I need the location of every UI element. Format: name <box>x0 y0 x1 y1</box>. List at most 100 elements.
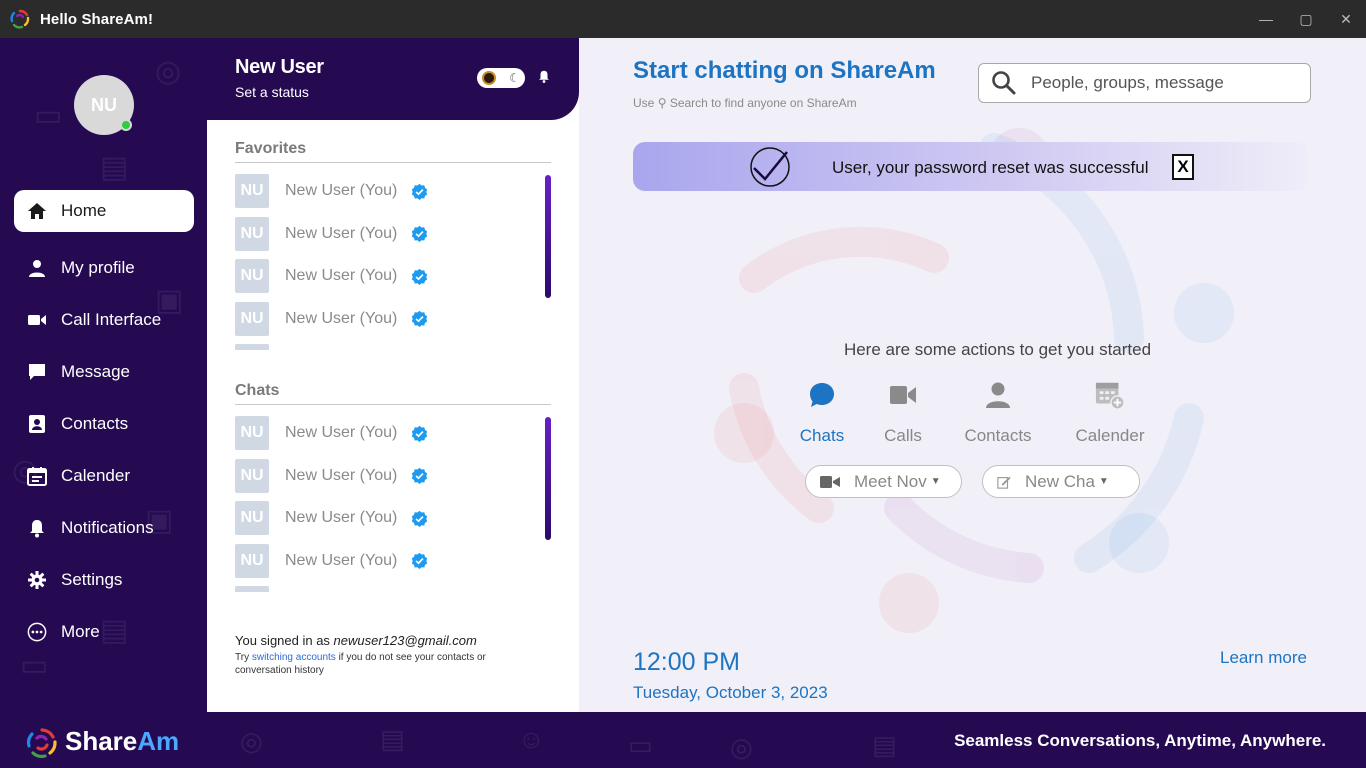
chat-item-partial[interactable] <box>235 582 535 592</box>
user-avatar[interactable]: NU <box>74 75 134 135</box>
contacts-panel: Favorites NU New User (You) NU New User … <box>207 120 579 712</box>
nav-item-settings[interactable]: Settings <box>14 554 194 606</box>
nav-label-notifications: Notifications <box>61 518 154 537</box>
nav-label-my-profile: My profile <box>61 258 135 277</box>
person-icon <box>983 378 1013 412</box>
main-nav: Home My profile Call Interface Message C… <box>14 190 194 658</box>
new-chat-label: New Cha <box>1025 471 1095 491</box>
nav-item-contacts[interactable]: Contacts <box>14 398 194 450</box>
minimize-button[interactable]: — <box>1246 0 1286 38</box>
maximize-button[interactable]: ▢ <box>1286 0 1326 38</box>
bg-card-icon: ▤ <box>872 730 897 760</box>
gear-icon <box>26 569 48 591</box>
action-label: Contacts <box>964 426 1032 445</box>
action-label: Calender <box>1075 426 1145 445</box>
chat-item[interactable]: NU New User (You) <box>235 497 535 540</box>
close-window-button[interactable]: ✕ <box>1326 0 1366 38</box>
contact-name: New User (You) <box>285 424 398 442</box>
verified-badge-icon <box>412 183 428 200</box>
app-logo-icon <box>10 9 30 29</box>
message-icon <box>26 361 48 383</box>
notification-bell-icon[interactable] <box>537 69 551 85</box>
chats-heading: Chats <box>235 382 280 399</box>
signed-in-text: You signed in as newuser123@gmail.com <box>235 633 477 648</box>
banner-message: User, your password reset was successful <box>832 158 1149 177</box>
bg-screen-icon: ◎ <box>240 726 263 756</box>
switch-account-note: Try switching accounts if you do not see… <box>235 651 535 677</box>
chats-scrollbar[interactable] <box>545 417 551 540</box>
actions-heading: Here are some actions to get you started <box>843 340 1152 359</box>
background-logo-art <box>714 128 1234 633</box>
chat-item[interactable]: NU New User (You) <box>235 412 535 455</box>
chevron-down-icon: ▼ <box>1098 476 1109 487</box>
search-hint-before: Use <box>633 96 658 110</box>
favorite-item[interactable]: NU New User (You) <box>235 255 535 298</box>
favorite-item[interactable]: NU New User (You) <box>235 298 535 341</box>
contact-name: New User (You) <box>285 309 398 327</box>
chat-item[interactable]: NU New User (You) <box>235 455 535 498</box>
nav-item-message[interactable]: Message <box>14 346 194 398</box>
favorite-item[interactable]: NU New User (You) <box>235 213 535 256</box>
brand-name: ShareAm <box>65 726 179 757</box>
chevron-down-icon: ▼ <box>930 476 941 487</box>
search-hint-after: Search to find anyone on ShareAm <box>666 96 857 110</box>
contact-name: New User (You) <box>285 224 398 242</box>
page-title: Start chatting on ShareAm <box>633 57 936 84</box>
favorite-item[interactable]: NU New User (You) <box>235 170 535 213</box>
nav-item-home[interactable]: Home <box>14 190 194 232</box>
favorites-scrollbar[interactable] <box>545 175 551 298</box>
contact-card-icon <box>26 413 48 435</box>
contact-name: New User (You) <box>285 267 398 285</box>
set-status-link[interactable]: Set a status <box>235 84 309 100</box>
bg-card-icon: ▤ <box>100 151 129 184</box>
favorites-divider <box>235 162 551 163</box>
nav-item-calender[interactable]: Calender <box>14 450 194 502</box>
profile-header: New User Set a status ☾ <box>207 38 579 120</box>
action-calls[interactable]: Calls <box>853 378 953 446</box>
favorite-item-partial[interactable] <box>235 340 535 350</box>
brand-share: Share <box>65 726 138 756</box>
bg-face-icon: ☺ <box>518 724 545 754</box>
new-chat-dropdown[interactable]: New Cha ▼ <box>982 465 1140 498</box>
current-date: Tuesday, October 3, 2023 <box>633 683 828 702</box>
contact-name: New User (You) <box>285 551 398 569</box>
video-icon <box>888 378 918 412</box>
contact-avatar: NU <box>235 301 269 336</box>
verified-badge-icon <box>412 268 428 285</box>
sidebar: ▭ ◎ ▤ ▣ ◎ ▣ ▤ ▭ NU Home My profile Call … <box>0 38 207 712</box>
verified-badge-icon <box>412 468 428 485</box>
chat-item[interactable]: NU New User (You) <box>235 540 535 583</box>
meet-now-label: Meet Nov <box>854 471 927 491</box>
verified-badge-icon <box>412 311 428 328</box>
meet-now-dropdown[interactable]: Meet Nov ▼ <box>805 465 962 498</box>
title-bar: Hello ShareAm! — ▢ ✕ <box>0 0 1366 38</box>
nav-item-notifications[interactable]: Notifications <box>14 502 194 554</box>
nav-item-more[interactable]: More <box>14 606 194 658</box>
main-panel: Start chatting on ShareAm Use ⚲ Search t… <box>579 38 1366 712</box>
theme-toggle[interactable]: ☾ <box>477 68 525 88</box>
nav-item-my-profile[interactable]: My profile <box>14 242 194 294</box>
home-icon <box>26 200 48 222</box>
sun-icon <box>482 71 496 85</box>
contact-avatar <box>235 586 269 592</box>
contact-avatar: NU <box>235 216 269 251</box>
switching-accounts-link[interactable]: switching accounts <box>252 652 336 663</box>
footer-bar: ◎ ▤ ☺ ▭ ◎ ▤ ShareAm Seamless Conversatio… <box>0 712 1366 768</box>
banner-close-button[interactable]: X <box>1172 154 1194 180</box>
person-icon <box>26 257 48 279</box>
search-input[interactable] <box>1031 73 1291 93</box>
search-hint: Use ⚲ Search to find anyone on ShareAm <box>633 96 857 110</box>
contact-avatar: NU <box>235 458 269 493</box>
action-calender[interactable]: Calender <box>1060 378 1160 446</box>
action-contacts[interactable]: Contacts <box>948 378 1048 446</box>
learn-more-link[interactable]: Learn more <box>1220 648 1307 668</box>
search-box[interactable] <box>978 63 1311 103</box>
contact-name: New User (You) <box>285 466 398 484</box>
nav-label-message: Message <box>61 362 130 381</box>
nav-item-call-interface[interactable]: Call Interface <box>14 294 194 346</box>
calendar-add-icon <box>1095 378 1125 412</box>
contact-avatar: NU <box>235 543 269 578</box>
more-icon <box>26 621 48 643</box>
verified-badge-icon <box>412 510 428 527</box>
signed-in-prefix: You signed in as <box>235 633 334 648</box>
